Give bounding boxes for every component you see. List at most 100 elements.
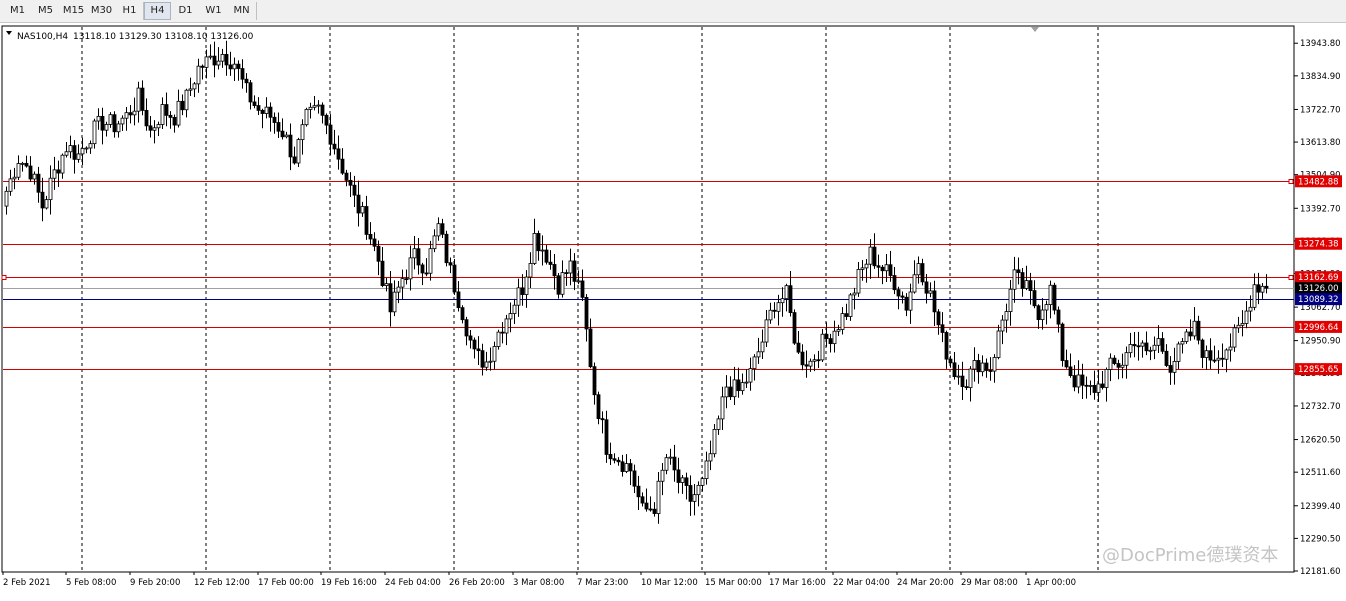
timeframe-button-m1[interactable]: M1 (4, 2, 31, 20)
candle-bull (104, 124, 109, 131)
candle-bull (304, 109, 309, 126)
x-tick-label: 24 Feb 04:00 (385, 578, 441, 588)
candle-bear (592, 366, 597, 396)
candle-bear (1200, 339, 1205, 358)
candle-bull (48, 177, 53, 201)
candle-bull (708, 453, 713, 462)
candle-bull (184, 89, 189, 111)
candle-bear (892, 275, 897, 291)
candle-bull (80, 148, 85, 155)
y-tick-label: 12290.50 (1300, 534, 1341, 544)
candle-bull (980, 362, 985, 373)
candle-bull (1232, 327, 1237, 348)
chart-window[interactable]: 13943.8013834.9013722.7013613.8013504.90… (0, 23, 1346, 597)
candle-bear (936, 311, 941, 326)
candle-bull (384, 283, 389, 286)
candle-bull (264, 106, 269, 114)
candle-bull (12, 176, 17, 180)
candle-bull (712, 429, 717, 455)
candle-bear (1068, 366, 1073, 376)
candle-bull (1088, 385, 1093, 387)
candle-bull (568, 260, 573, 274)
level-handle[interactable] (1288, 275, 1294, 280)
candle-bull (864, 263, 869, 269)
timeframe-button-w1[interactable]: W1 (200, 2, 227, 20)
candle-bull (392, 291, 397, 313)
candle-bear (480, 350, 485, 368)
candle-bull (44, 199, 49, 209)
timeframe-button-m15[interactable]: M15 (60, 2, 87, 20)
candle-bear (292, 156, 297, 164)
candle-bear (332, 143, 337, 150)
candle-bear (356, 194, 361, 214)
candle-bull (1176, 343, 1181, 362)
candle-bull (560, 272, 565, 295)
candle-bull (1076, 374, 1081, 388)
candle-bull (396, 286, 401, 293)
candle-bull (204, 56, 209, 68)
candle-bear (340, 158, 345, 174)
x-tick-label: 19 Feb 16:00 (321, 578, 377, 588)
candle-bear (236, 63, 241, 69)
candle-bear (328, 124, 333, 145)
candle-bear (584, 296, 589, 330)
candle-bear (36, 173, 41, 193)
candlestick-chart[interactable]: 13943.8013834.9013722.7013613.8013504.90… (0, 23, 1346, 597)
candle-bear (416, 248, 421, 266)
watermark: @DocPrime德璞资本 (1102, 545, 1278, 566)
candle-bear (344, 172, 349, 181)
x-tick-label: 9 Feb 20:00 (130, 578, 180, 588)
candle-bull (504, 318, 509, 334)
candle-bear (800, 351, 805, 366)
candle-bull (692, 494, 697, 502)
candle-bull (916, 263, 921, 276)
timeframe-button-d1[interactable]: D1 (172, 2, 199, 20)
candle-bear (252, 101, 257, 106)
candle-bear (648, 508, 653, 511)
level-handle[interactable] (1288, 179, 1294, 184)
candle-bull (1104, 369, 1109, 388)
candle-bull (488, 360, 493, 363)
time-axis: 2 Feb 2021 5 Feb 08:00 9 Feb 20:00 12 Feb 1… (2, 572, 1076, 588)
candle-bull (152, 127, 157, 131)
candle-bull (908, 291, 913, 311)
level-price-tag: 13162.69 (1298, 273, 1339, 283)
candle-bear (1132, 344, 1137, 347)
candle-bull (132, 110, 137, 116)
candle-bear (1112, 357, 1117, 364)
candle-bear (616, 459, 621, 463)
candle-bull (1248, 306, 1253, 312)
candle-bear (600, 418, 605, 421)
candle-bear (128, 112, 133, 116)
candle-bear (920, 263, 925, 283)
timeframe-button-m5[interactable]: M5 (32, 2, 59, 20)
candle-bear (612, 458, 617, 461)
level-price-tag: 12855.65 (1298, 365, 1339, 375)
candle-bear (792, 312, 797, 344)
candle-bull (704, 460, 709, 480)
candle-bear (228, 64, 233, 70)
timeframe-button-h4[interactable]: H4 (144, 2, 171, 20)
candle-bull (840, 313, 845, 330)
candle-bear (640, 496, 645, 504)
candle-bull (216, 60, 221, 66)
candle-bull (208, 55, 213, 58)
candle-bear (72, 145, 77, 160)
candle-bull (768, 309, 773, 321)
candle-bear (1188, 331, 1193, 337)
timeframe-button-m30[interactable]: M30 (88, 2, 115, 20)
level-handle[interactable] (1, 275, 7, 280)
candle-bear (544, 249, 549, 263)
candle-bull (972, 360, 977, 370)
candle-bear (552, 264, 557, 277)
candle-bull (1128, 344, 1133, 354)
candle-bear (1028, 280, 1033, 291)
candle-bear (684, 477, 689, 486)
candle-bear (1072, 375, 1077, 388)
timeframe-button-mn[interactable]: MN (228, 2, 255, 20)
candle-bull (1156, 338, 1161, 346)
candle-bear (320, 104, 325, 116)
candle-bear (172, 116, 177, 126)
candle-bull (1260, 285, 1265, 293)
timeframe-button-h1[interactable]: H1 (116, 2, 143, 20)
